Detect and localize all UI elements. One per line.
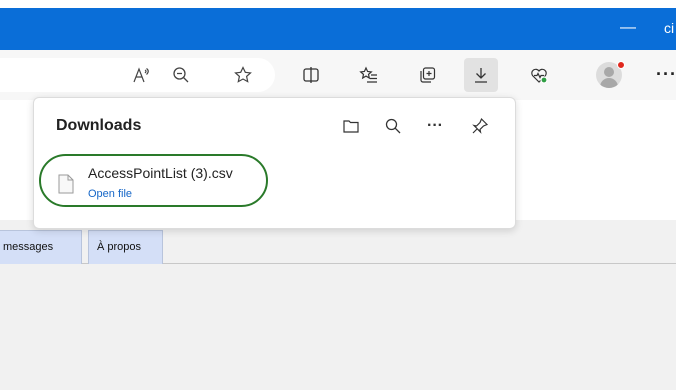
page-tabs: messages À propos [0,230,676,264]
search-icon[interactable] [379,112,407,140]
notification-dot [617,61,625,69]
highlight-annotation [39,154,268,207]
browser-essentials-icon[interactable] [522,58,556,92]
downloads-title: Downloads [56,117,142,134]
split-screen-icon[interactable] [294,58,328,92]
profile-body-shape [600,78,618,88]
pin-icon[interactable] [466,112,494,140]
tab-messages[interactable]: messages [0,230,82,264]
favorite-star-icon[interactable] [226,58,260,92]
profile-head-shape [604,67,614,77]
read-aloud-icon[interactable] [124,58,158,92]
collections-icon[interactable] [410,58,444,92]
open-folder-icon[interactable] [337,112,365,140]
browser-toolbar: ··· [0,50,676,100]
zoom-out-icon[interactable] [164,58,198,92]
download-icon[interactable] [464,58,498,92]
favorites-list-icon[interactable] [352,58,386,92]
minimize-button[interactable]: — [614,20,642,36]
more-options-icon[interactable]: ··· [421,112,449,140]
more-icon[interactable]: ··· [656,64,676,84]
tab-a-propos[interactable]: À propos [88,230,163,264]
title-bar: — ci [0,8,676,50]
restore-button[interactable]: ci [664,20,676,36]
